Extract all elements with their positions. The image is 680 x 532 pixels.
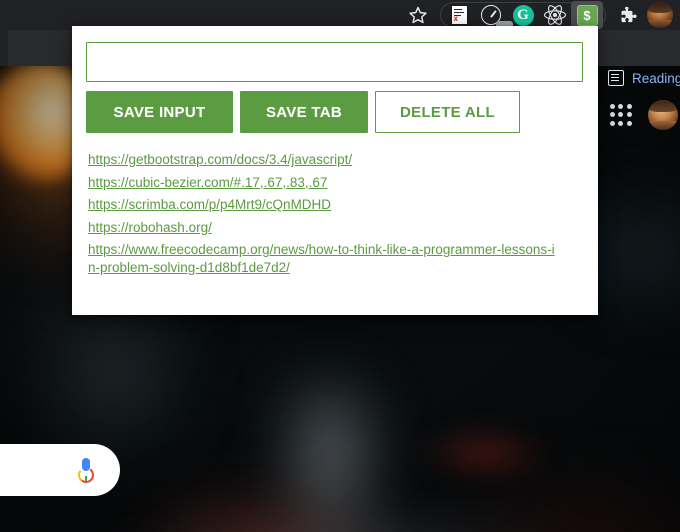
bookmark-star-icon[interactable]: [402, 1, 434, 29]
bookmark-item-reading-list[interactable]: Reading list: [600, 60, 680, 96]
react-devtools-icon[interactable]: [539, 1, 571, 29]
profile-avatar[interactable]: [644, 1, 676, 29]
save-input-button[interactable]: SAVE INPUT: [86, 91, 233, 133]
saved-links-list: https://getbootstrap.com/docs/3.4/javasc…: [86, 151, 584, 276]
save-tab-button[interactable]: SAVE TAB: [240, 91, 368, 133]
google-search-box[interactable]: [0, 444, 120, 496]
extensions-puzzle-icon[interactable]: [612, 1, 644, 29]
google-mic-icon[interactable]: [76, 458, 96, 485]
saved-link[interactable]: https://www.freecodecamp.org/news/how-to…: [88, 241, 556, 276]
extensions-pill-group: x ••• G: [440, 1, 606, 36]
dollar-extension-icon[interactable]: $: [571, 1, 603, 29]
url-input[interactable]: [86, 42, 583, 82]
grammarly-extension-icon[interactable]: G: [507, 1, 539, 29]
reading-list-icon: [608, 70, 624, 86]
bookmarks-bar-left-edge: [0, 30, 8, 66]
delete-all-button[interactable]: DELETE ALL: [375, 91, 520, 133]
google-account-avatar[interactable]: [648, 100, 678, 130]
saved-link[interactable]: https://robohash.org/: [88, 219, 556, 237]
pdf-extension-icon[interactable]: x: [443, 1, 475, 29]
browser-window: Reading list x •••: [0, 0, 680, 532]
saved-link[interactable]: https://scrimba.com/p/p4Mrt9/cQnMDHD: [88, 196, 556, 214]
google-apps-grid-icon[interactable]: [608, 102, 634, 128]
bookmark-item-label: Reading list: [632, 70, 680, 86]
saved-link[interactable]: https://getbootstrap.com/docs/3.4/javasc…: [88, 151, 556, 169]
speedometer-extension-icon[interactable]: •••: [475, 1, 513, 36]
saved-link[interactable]: https://cubic-bezier.com/#.17,.67,.83,.6…: [88, 174, 556, 192]
extension-popup: SAVE INPUT SAVE TAB DELETE ALL https://g…: [72, 26, 598, 315]
popup-button-row: SAVE INPUT SAVE TAB DELETE ALL: [86, 91, 584, 133]
